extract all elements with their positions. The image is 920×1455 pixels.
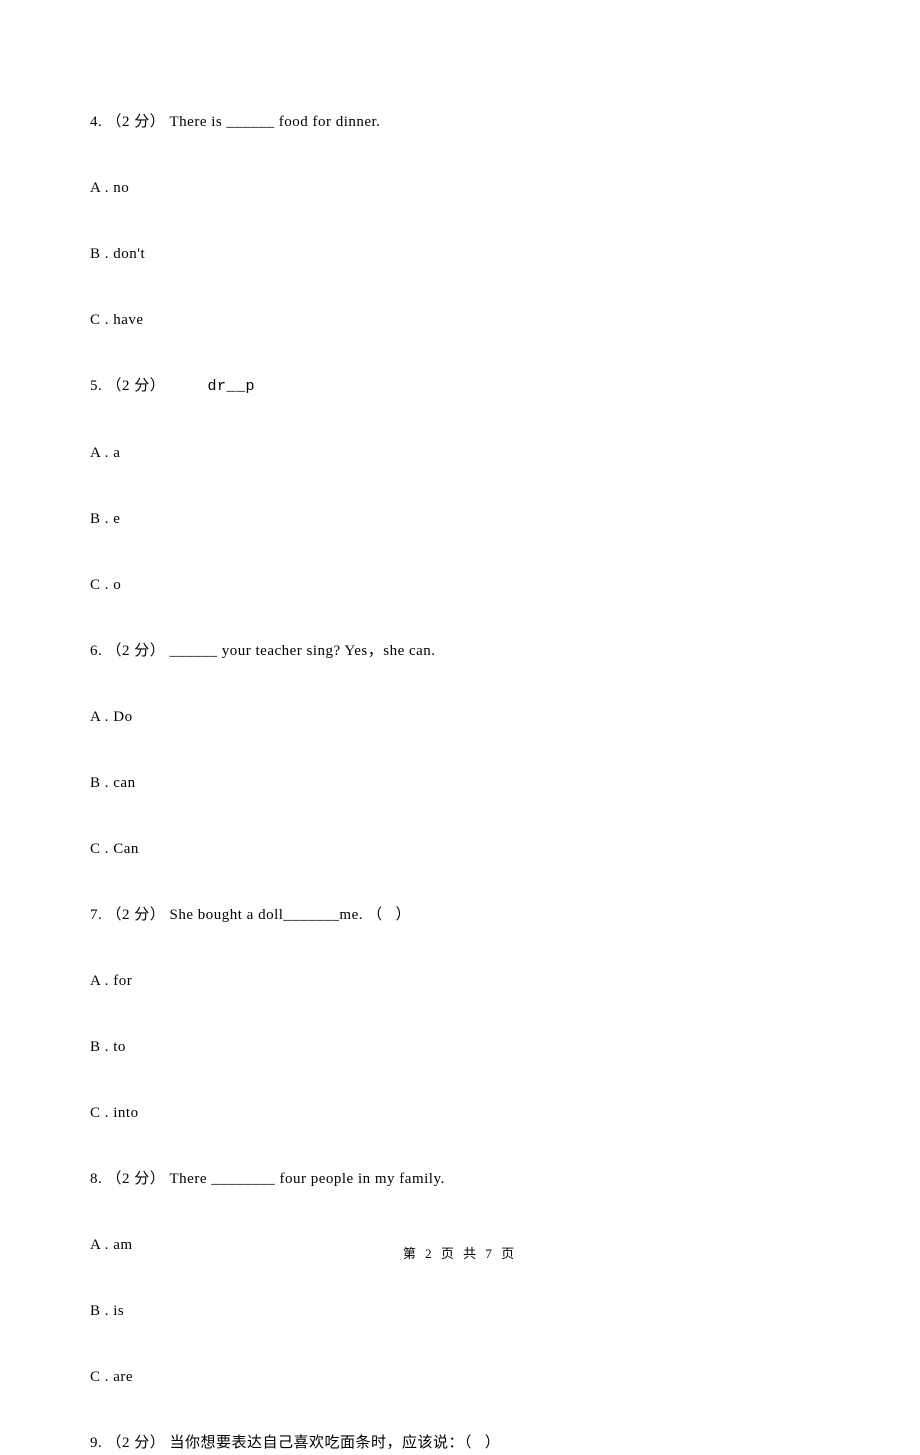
q6-text: ______ your teacher sing? Yes，she can. bbox=[170, 643, 436, 659]
q5-option-b: B . e bbox=[90, 507, 830, 531]
q4-text: There is ______ food for dinner. bbox=[170, 114, 381, 130]
q8-pts: （2 分） bbox=[107, 1171, 166, 1187]
question-7: 7. （2 分） She bought a doll_______me. （ ） bbox=[90, 903, 830, 927]
q4-num: 4. bbox=[90, 114, 102, 130]
q8-option-b: B . is bbox=[90, 1299, 830, 1323]
q7-option-c: C . into bbox=[90, 1101, 830, 1125]
q4-option-b: B . don't bbox=[90, 242, 830, 266]
q8-text: There ________ four people in my family. bbox=[170, 1171, 445, 1187]
q9-text: 当你想要表达自己喜欢吃面条时，应该说：（ ） bbox=[170, 1435, 501, 1451]
question-8: 8. （2 分） There ________ four people in m… bbox=[90, 1167, 830, 1191]
page-footer: 第 2 页 共 7 页 bbox=[0, 1243, 920, 1262]
q6-option-a: A . Do bbox=[90, 705, 830, 729]
q6-option-c: C . Can bbox=[90, 837, 830, 861]
q7-option-b: B . to bbox=[90, 1035, 830, 1059]
q4-pts: （2 分） bbox=[107, 114, 166, 130]
q5-option-a: A . a bbox=[90, 441, 830, 465]
question-5: 5. （2 分） dr__p bbox=[90, 374, 830, 399]
q6-num: 6. bbox=[90, 643, 102, 659]
question-4: 4. （2 分） There is ______ food for dinner… bbox=[90, 110, 830, 134]
q5-text: dr__p bbox=[170, 378, 256, 395]
q6-option-b: B . can bbox=[90, 771, 830, 795]
question-9: 9. （2 分） 当你想要表达自己喜欢吃面条时，应该说：（ ） bbox=[90, 1431, 830, 1455]
q5-option-c: C . o bbox=[90, 573, 830, 597]
q4-option-c: C . have bbox=[90, 308, 830, 332]
q7-text: She bought a doll_______me. （ ） bbox=[170, 907, 412, 923]
q8-option-c: C . are bbox=[90, 1365, 830, 1389]
q7-num: 7. bbox=[90, 907, 102, 923]
q6-pts: （2 分） bbox=[107, 643, 166, 659]
q5-pts: （2 分） bbox=[107, 378, 166, 394]
q7-pts: （2 分） bbox=[107, 907, 166, 923]
question-6: 6. （2 分） ______ your teacher sing? Yes，s… bbox=[90, 639, 830, 663]
q9-pts: （2 分） bbox=[107, 1435, 166, 1451]
q5-num: 5. bbox=[90, 378, 102, 394]
q7-option-a: A . for bbox=[90, 969, 830, 993]
q8-num: 8. bbox=[90, 1171, 102, 1187]
q4-option-a: A . no bbox=[90, 176, 830, 200]
q9-num: 9. bbox=[90, 1435, 102, 1451]
page: 4. （2 分） There is ______ food for dinner… bbox=[0, 0, 920, 1302]
